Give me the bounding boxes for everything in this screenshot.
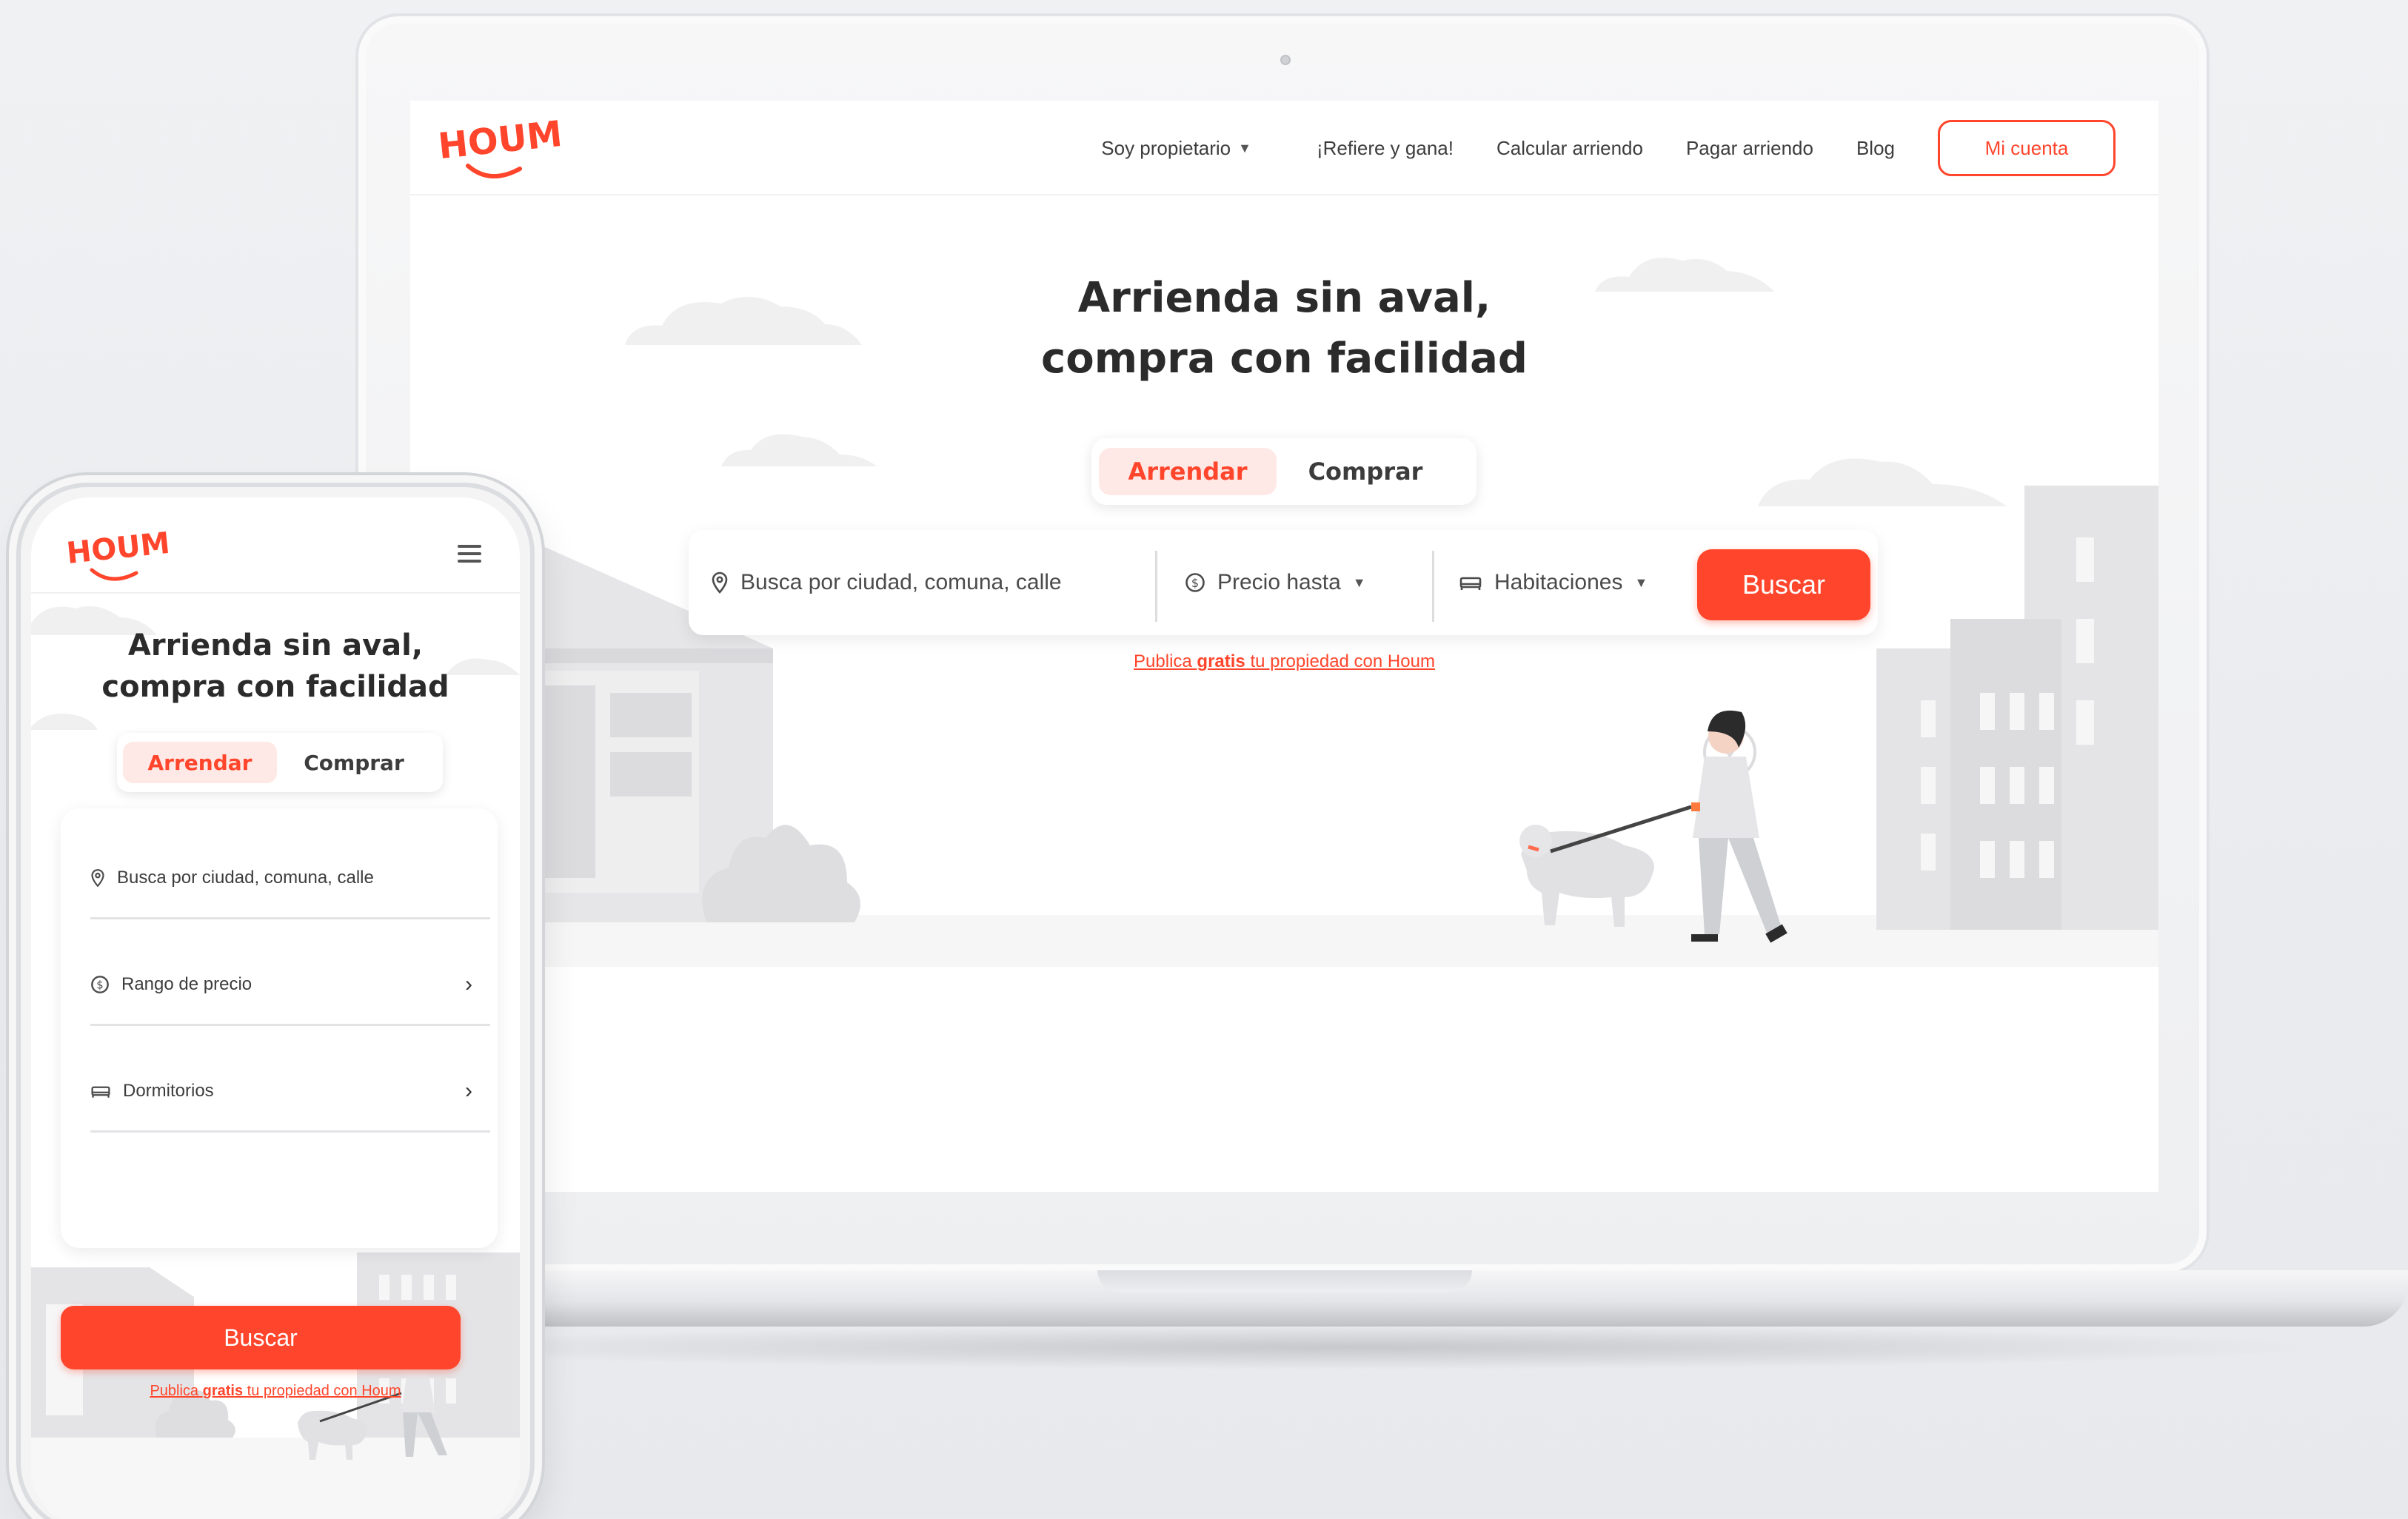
rooms-dropdown[interactable]: Habitaciones ▼ bbox=[1459, 530, 1681, 635]
location-search-input[interactable]: Busca por ciudad, comuna, calle bbox=[711, 530, 1126, 635]
mobile-price-label: Rango de precio bbox=[121, 973, 252, 994]
nav-owner-label: Soy propietario bbox=[1101, 136, 1231, 159]
mobile-bedrooms-selector[interactable]: Dormitorios › bbox=[90, 1051, 490, 1133]
publish-text-post: tu propiedad con Houm bbox=[1245, 651, 1435, 671]
svg-text:HOUM: HOUM bbox=[438, 114, 564, 167]
price-label: Precio hasta bbox=[1217, 570, 1341, 594]
publish-property-link[interactable]: Publica gratis tu propiedad con Houm bbox=[410, 651, 2158, 672]
city-illustration bbox=[410, 258, 2158, 967]
mode-tabs: Arrendar Comprar bbox=[1091, 438, 1476, 505]
svg-text:$: $ bbox=[96, 978, 103, 991]
main-nav: Soy propietario ▼ ¡Refiere y gana! Calcu… bbox=[1101, 118, 2116, 178]
mobile-publish-post: tu propiedad con Houm bbox=[243, 1383, 401, 1399]
bed-icon bbox=[1459, 577, 1482, 590]
mobile-publish-pre: Publica bbox=[150, 1383, 203, 1399]
dollar-circle-icon: $ bbox=[1185, 573, 1205, 592]
nav-pay-link[interactable]: Pagar arriendo bbox=[1686, 137, 1813, 160]
mobile-bedrooms-label: Dormitorios bbox=[123, 1080, 214, 1101]
nav-blog-link[interactable]: Blog bbox=[1856, 137, 1895, 160]
tab-rent[interactable]: Arrendar bbox=[1099, 448, 1277, 495]
search-bar: Busca por ciudad, comuna, calle $ Precio… bbox=[689, 530, 1878, 635]
houm-logo[interactable]: HOUM bbox=[438, 114, 572, 181]
mobile-tab-buy[interactable]: Comprar bbox=[277, 742, 431, 783]
laptop-shadow bbox=[385, 1325, 2325, 1369]
chevron-right-icon: › bbox=[465, 1078, 472, 1103]
houm-logo[interactable]: HOUM bbox=[67, 526, 178, 585]
caret-down-icon: ▼ bbox=[1352, 574, 1366, 590]
search-divider bbox=[1432, 551, 1434, 622]
nav-refer-link[interactable]: ¡Refiere y gana! bbox=[1317, 137, 1454, 160]
mobile-search-card: Busca por ciudad, comuna, calle $ Rango … bbox=[61, 808, 498, 1248]
nav-calc-link[interactable]: Calcular arriendo bbox=[1496, 137, 1643, 160]
mobile-screen: HOUM Arrienda sin aval, compra con facil… bbox=[31, 497, 520, 1519]
svg-text:$: $ bbox=[1191, 576, 1199, 590]
mobile-tab-rent[interactable]: Arrendar bbox=[123, 742, 277, 783]
bed-icon bbox=[91, 1086, 110, 1098]
hero-title-line2: compra con facilidad bbox=[1041, 335, 1528, 383]
location-placeholder: Busca por ciudad, comuna, calle bbox=[740, 570, 1062, 594]
search-button[interactable]: Buscar bbox=[1697, 549, 1870, 620]
hero-title-line1: Arrienda sin aval, bbox=[1077, 274, 1491, 322]
svg-text:HOUM: HOUM bbox=[67, 526, 172, 571]
mobile-hero-line2: compra con facilidad bbox=[101, 670, 449, 704]
location-pin-icon bbox=[712, 571, 728, 594]
site-header: HOUM Soy propietario ▼ ¡Refiere y gana! … bbox=[410, 101, 2158, 195]
mobile-search-button[interactable]: Buscar bbox=[61, 1306, 461, 1369]
search-divider bbox=[1155, 551, 1157, 622]
price-dropdown[interactable]: $ Precio hasta ▼ bbox=[1185, 530, 1407, 635]
mobile-location-placeholder: Busca por ciudad, comuna, calle bbox=[117, 867, 374, 888]
location-pin-icon bbox=[91, 868, 104, 887]
mobile-location-input[interactable]: Busca por ciudad, comuna, calle bbox=[90, 838, 490, 919]
mobile-header: HOUM bbox=[31, 497, 520, 594]
publish-text-bold: gratis bbox=[1197, 651, 1245, 671]
hamburger-menu-icon[interactable] bbox=[458, 545, 481, 564]
chevron-right-icon: › bbox=[465, 971, 472, 996]
mobile-publish-link[interactable]: Publica gratis tu propiedad con Houm bbox=[31, 1383, 520, 1400]
account-button[interactable]: Mi cuenta bbox=[1938, 120, 2116, 176]
mobile-hero-line1: Arrienda sin aval, bbox=[127, 628, 424, 663]
mobile-mode-tabs: Arrendar Comprar bbox=[117, 733, 443, 792]
caret-down-icon: ▼ bbox=[1634, 574, 1648, 590]
mobile-price-selector[interactable]: $ Rango de precio › bbox=[90, 945, 490, 1026]
nav-owner-dropdown[interactable]: Soy propietario ▼ bbox=[1101, 137, 1251, 160]
mobile-hero-title: Arrienda sin aval, compra con facilidad bbox=[31, 625, 520, 708]
dollar-circle-icon: $ bbox=[91, 975, 109, 993]
laptop-notch bbox=[1097, 1270, 1472, 1292]
mobile-publish-bold: gratis bbox=[202, 1383, 244, 1399]
rooms-label: Habitaciones bbox=[1494, 570, 1623, 594]
tab-buy[interactable]: Comprar bbox=[1277, 448, 1454, 495]
laptop-camera bbox=[1280, 55, 1291, 65]
desktop-screen: HOUM Soy propietario ▼ ¡Refiere y gana! … bbox=[410, 101, 2158, 1192]
publish-text-pre: Publica bbox=[1134, 651, 1197, 671]
caret-down-icon: ▼ bbox=[1238, 140, 1251, 155]
phone-device: HOUM Arrienda sin aval, compra con facil… bbox=[16, 483, 535, 1519]
